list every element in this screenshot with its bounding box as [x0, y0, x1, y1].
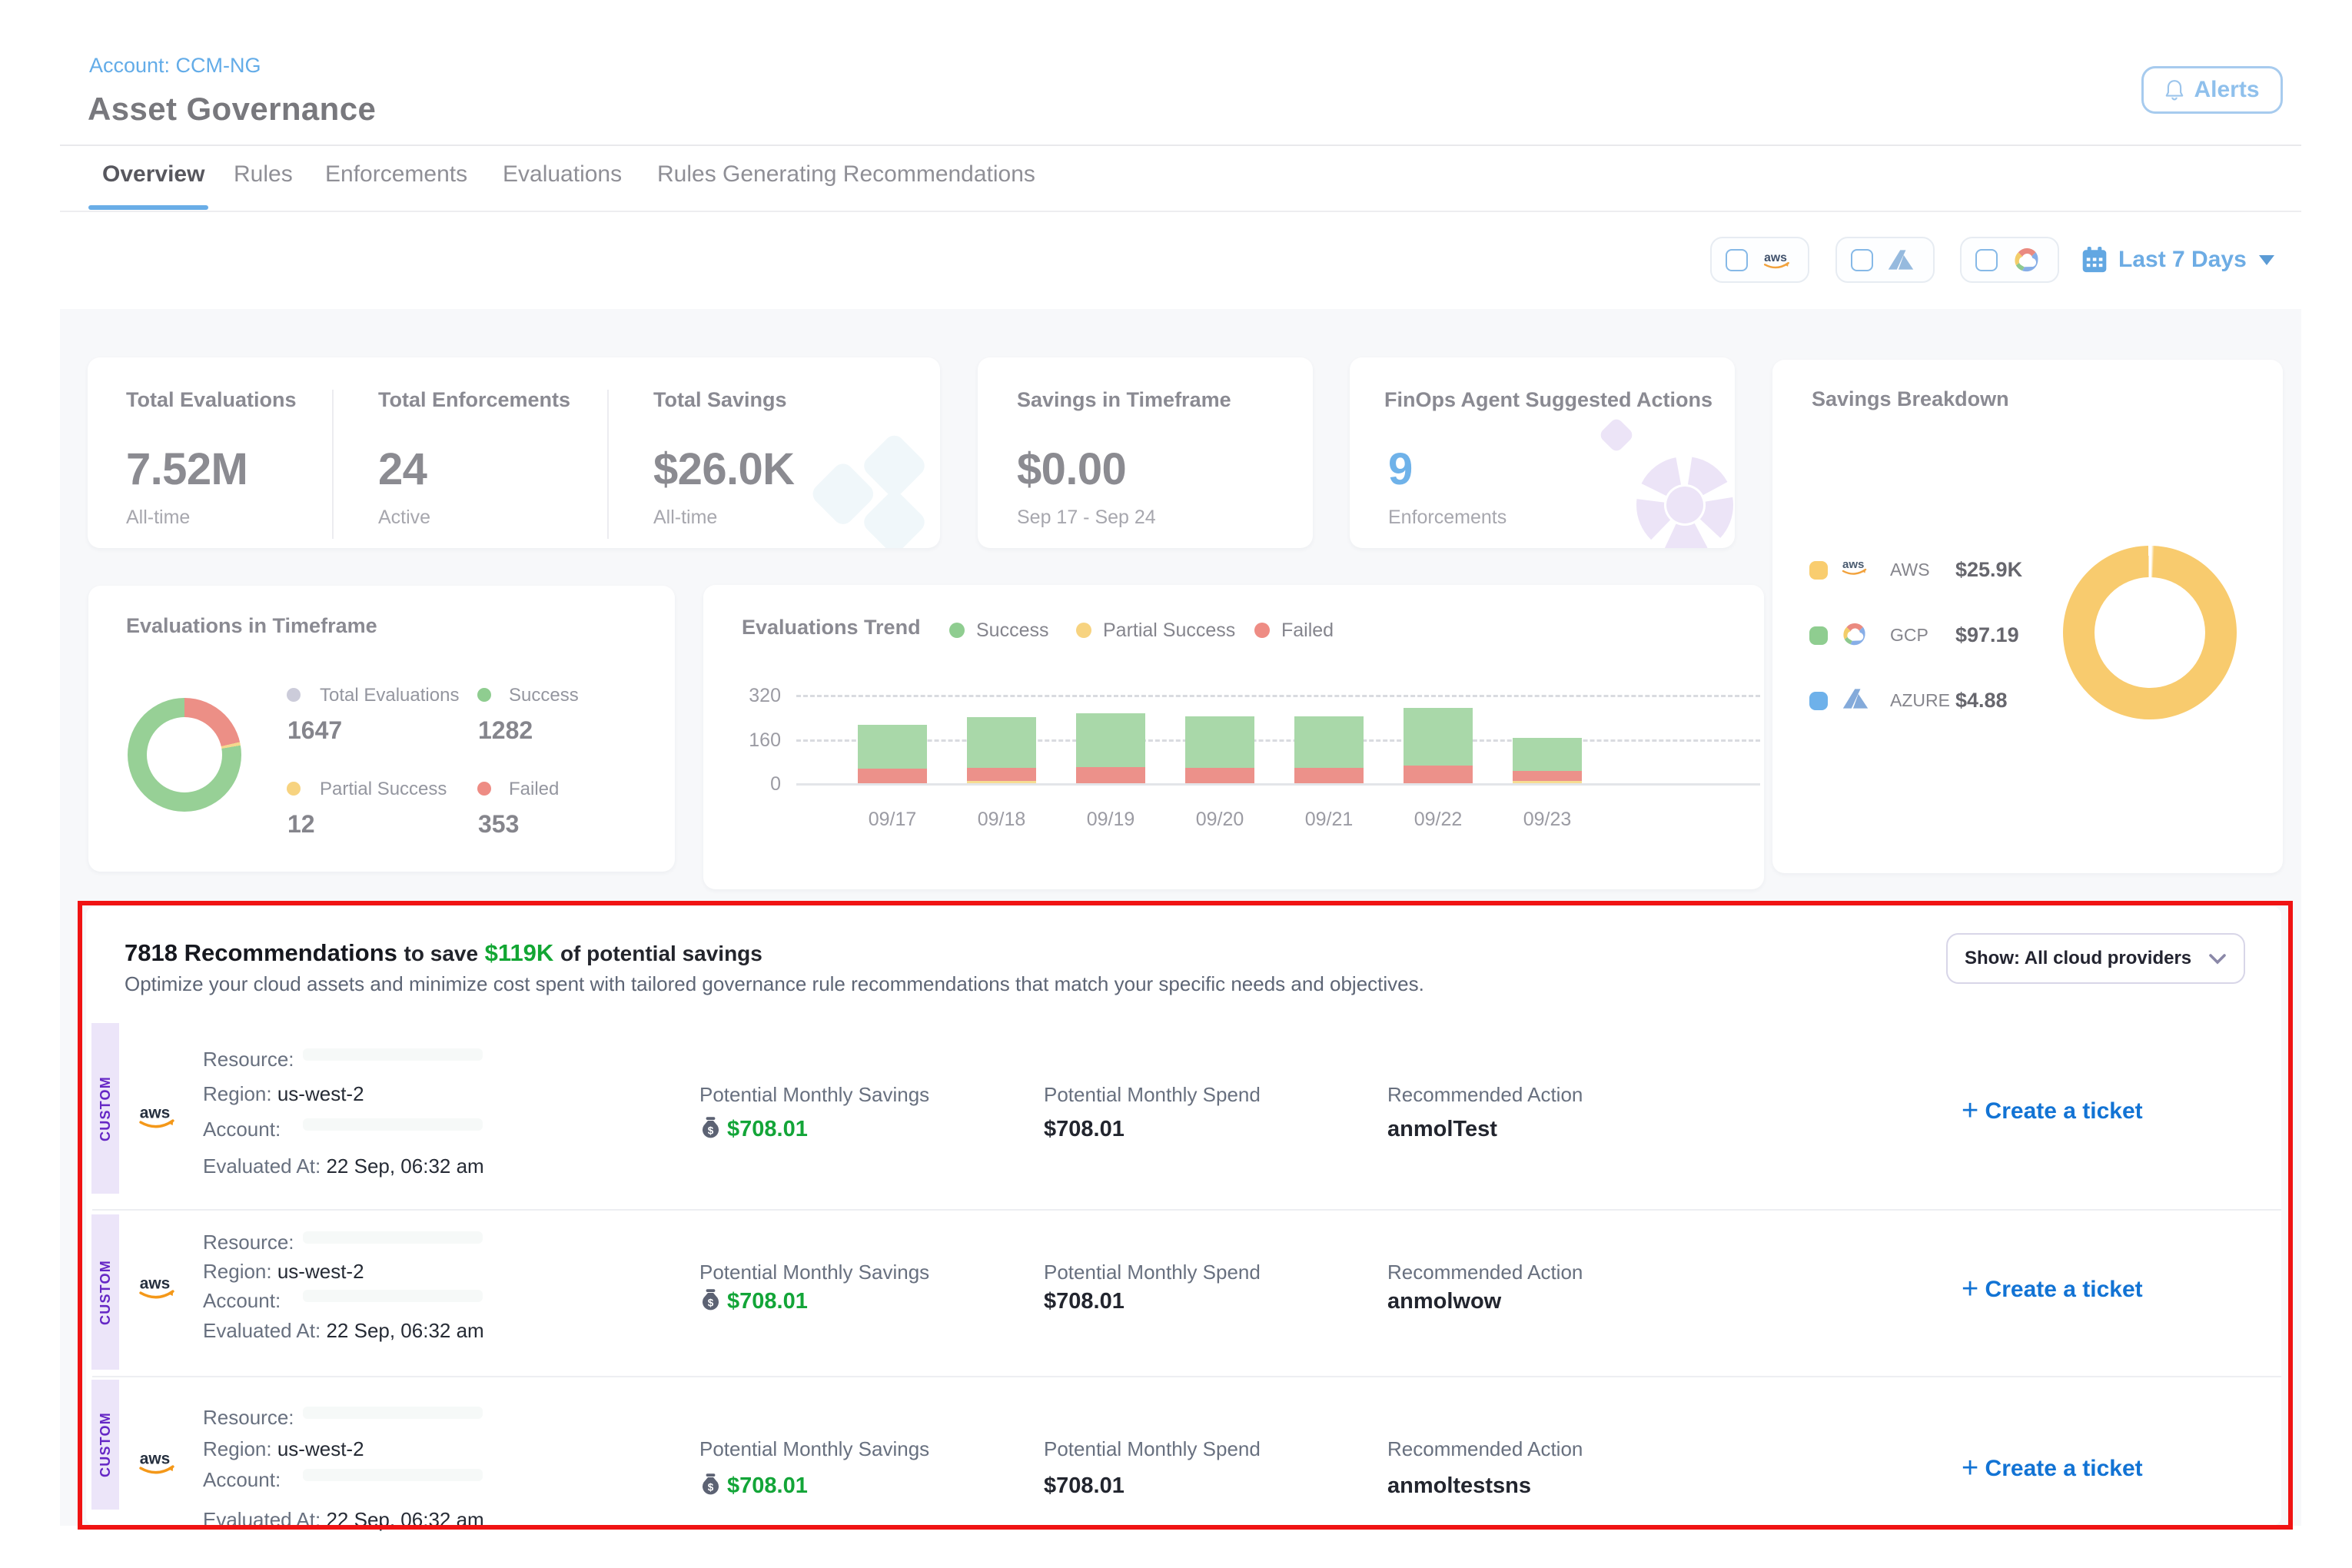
svg-text:aws: aws — [1842, 558, 1864, 571]
svg-text:aws: aws — [1764, 251, 1787, 264]
